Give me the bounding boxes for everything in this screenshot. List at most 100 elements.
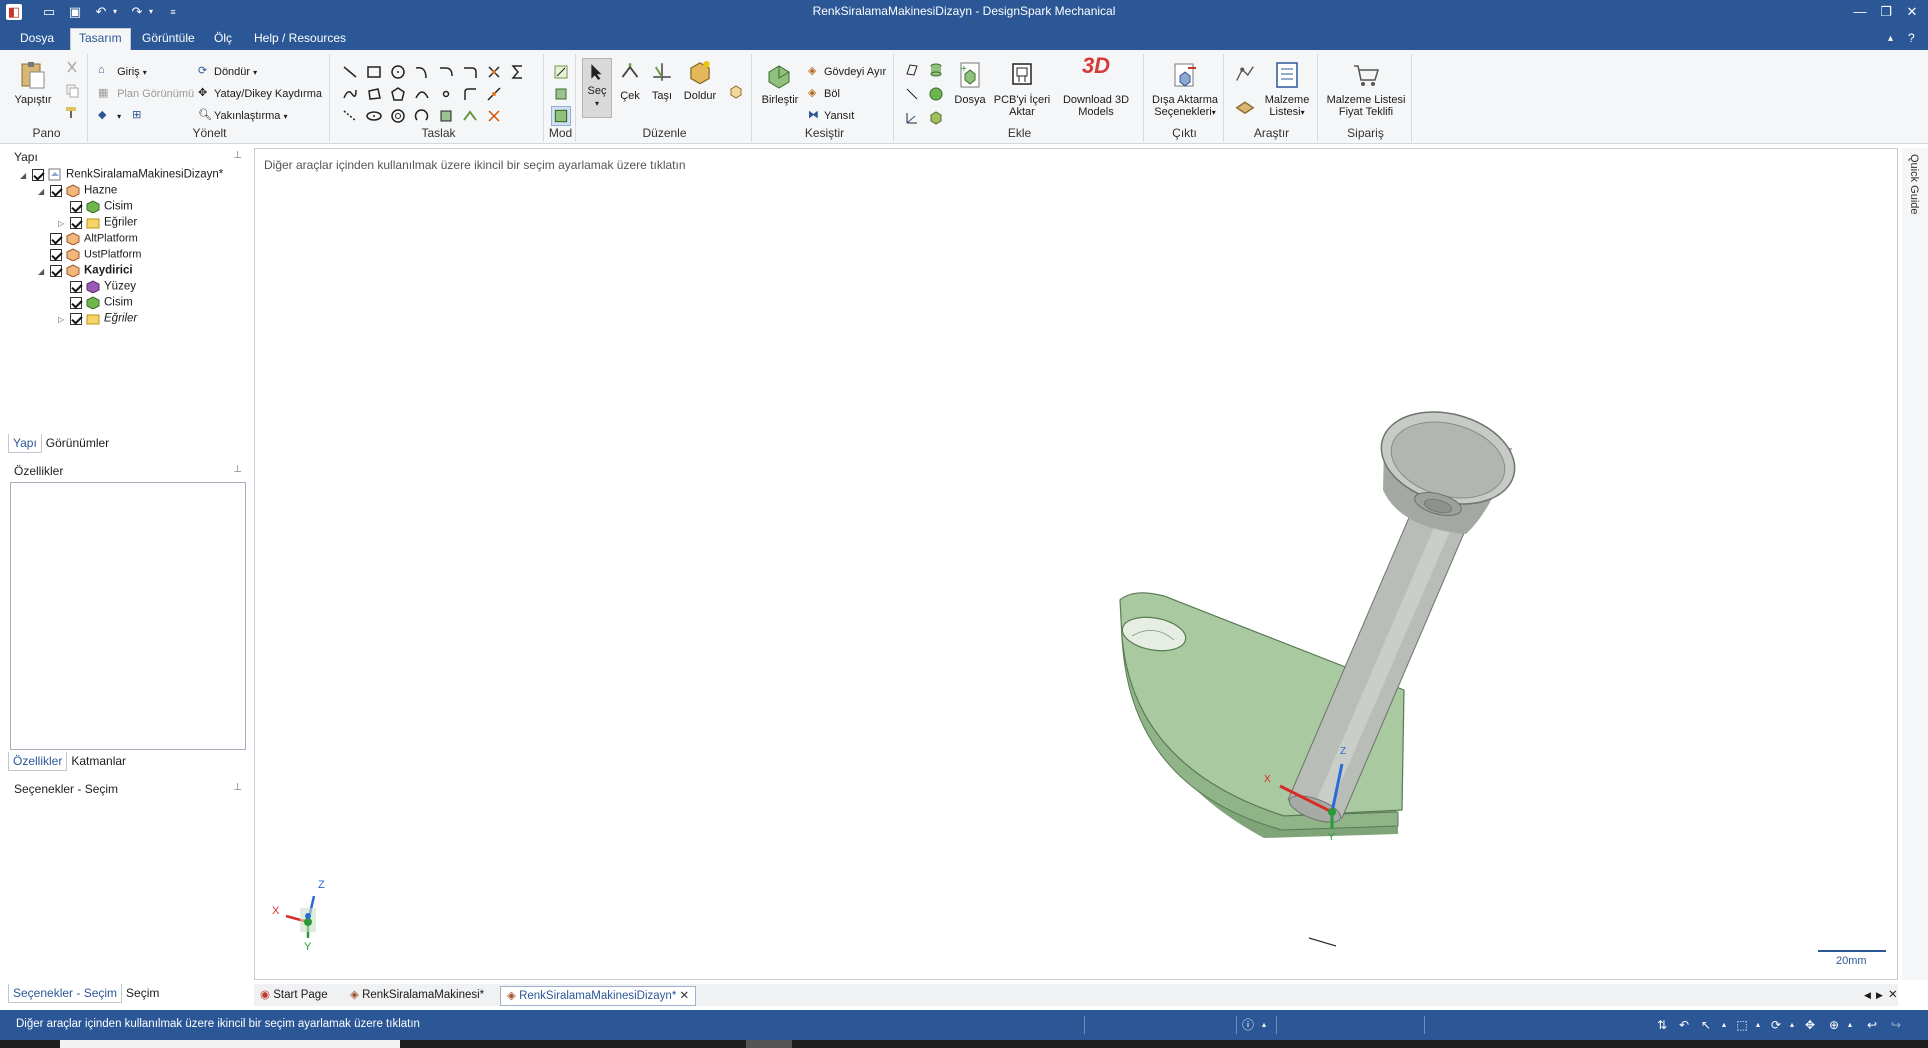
trim-tool-icon[interactable] xyxy=(486,64,502,80)
dondur-button[interactable]: ⟳ Döndür ▾ xyxy=(198,64,257,80)
polygon-tool-icon[interactable] xyxy=(366,86,382,102)
visibility-checkbox[interactable] xyxy=(70,296,82,309)
box-icon[interactable] xyxy=(928,110,944,126)
fillet-tool-icon[interactable] xyxy=(462,64,478,80)
visibility-checkbox[interactable] xyxy=(50,232,62,245)
sphere-icon[interactable] xyxy=(928,86,944,102)
section-mode-icon[interactable] xyxy=(553,86,569,102)
3d-mode-icon[interactable] xyxy=(551,106,571,126)
funnel[interactable] xyxy=(1371,398,1525,534)
zoom-view-icon[interactable]: ⊕ xyxy=(1826,1017,1842,1033)
selection-filter-icon[interactable]: ⇅ xyxy=(1654,1017,1670,1033)
sigma-tool-icon[interactable] xyxy=(510,64,526,80)
plane-icon[interactable] xyxy=(904,62,920,78)
tab-secenekler-secim[interactable]: Seçenekler - Seçim xyxy=(8,984,123,1003)
pull-button[interactable]: Çek xyxy=(616,62,644,102)
bend-tool-icon[interactable] xyxy=(462,108,478,124)
doc-tab-renksiralama-dizayn[interactable]: ◈ RenkSiralamaMakinesiDizayn* ✕ xyxy=(500,986,697,1006)
sketch-mode-icon[interactable] xyxy=(553,64,569,80)
collapse-icon[interactable]: ◢ xyxy=(38,187,50,196)
visibility-checkbox[interactable] xyxy=(70,280,82,293)
tree-node-cisim-2[interactable]: Cisim xyxy=(70,296,133,312)
pcb-import-button[interactable]: PCB'yi İçeri Aktar xyxy=(992,60,1052,118)
mirror-button[interactable]: ⧓ Yansıt xyxy=(808,108,854,124)
spline-tool-icon[interactable] xyxy=(342,86,358,102)
select-button[interactable]: Seç ▾ xyxy=(582,58,612,118)
material-icon[interactable] xyxy=(1234,94,1256,116)
offset-curve-icon[interactable] xyxy=(390,108,406,124)
extend-tool-icon[interactable] xyxy=(462,86,478,102)
visibility-checkbox[interactable] xyxy=(32,168,44,181)
view-triad[interactable]: X Z Y xyxy=(268,878,332,950)
rotate-view-icon[interactable]: ⟳ xyxy=(1768,1017,1784,1033)
doc-tab-renksiralama[interactable]: ◈ RenkSiralamaMakinesi* xyxy=(344,986,490,1006)
doc-tab-start-page[interactable]: ◉ Start Page xyxy=(254,986,334,1006)
select-mode-dropdown-icon[interactable]: ▴ xyxy=(1716,1017,1732,1033)
tree-node-egriler[interactable]: ▷ Eğriler xyxy=(58,216,137,232)
info-dropdown-icon[interactable]: ▴ xyxy=(1256,1017,1272,1033)
polygon-circle-icon[interactable] xyxy=(390,86,406,102)
tree-node-root[interactable]: ◢ RenkSiralamaMakinesiDizayn* xyxy=(20,168,223,184)
undo-selection-icon[interactable]: ↶ xyxy=(1676,1017,1692,1033)
previous-view-icon[interactable]: ↩ xyxy=(1864,1017,1880,1033)
combine-button[interactable]: Birleştir xyxy=(760,60,800,106)
cylinder-icon[interactable] xyxy=(928,62,944,78)
close-icon[interactable]: ✕ xyxy=(1900,0,1924,24)
collapse-ribbon-icon[interactable]: ▴ xyxy=(1880,29,1901,50)
origin-icon[interactable] xyxy=(904,110,920,126)
pan-button[interactable]: ✥ Yatay/Dikey Kaydırma xyxy=(198,86,322,102)
zoom-view-dropdown-icon[interactable]: ▴ xyxy=(1842,1017,1858,1033)
tab-yapi[interactable]: Yapı xyxy=(8,434,42,453)
point-tool-icon[interactable] xyxy=(438,86,454,102)
close-tab-icon[interactable]: ✕ xyxy=(680,990,690,1002)
pin-icon[interactable]: ⊥ xyxy=(233,150,242,161)
tree-node-cisim[interactable]: Cisim xyxy=(70,200,133,216)
next-view-icon[interactable]: ↪ xyxy=(1888,1017,1904,1033)
download-3d-models-button[interactable]: 3D Download 3D Models xyxy=(1056,55,1136,119)
pin-icon[interactable]: ⊥ xyxy=(233,782,242,793)
minimize-icon[interactable]: — xyxy=(1848,0,1872,24)
three-point-arc-icon[interactable] xyxy=(414,86,430,102)
tree-node-yuzey[interactable]: Yüzey xyxy=(70,280,136,296)
rectangle-tool-icon[interactable] xyxy=(366,64,382,80)
construction-line-icon[interactable] xyxy=(342,108,358,124)
rotate-view-dropdown-icon[interactable]: ▴ xyxy=(1784,1017,1800,1033)
tree-node-altplatform[interactable]: AltPlatform xyxy=(50,232,138,248)
tab-goruntule[interactable]: Görüntüle xyxy=(134,29,203,50)
tab-gorunumler[interactable]: Görünümler xyxy=(42,434,113,452)
project-tool-icon[interactable] xyxy=(438,108,454,124)
box-select-icon[interactable]: ⬚ xyxy=(1734,1017,1750,1033)
axis-icon[interactable] xyxy=(904,86,920,102)
arc-tool-icon[interactable] xyxy=(414,64,430,80)
measure-icon[interactable] xyxy=(1234,64,1256,86)
visibility-checkbox[interactable] xyxy=(70,200,82,213)
bom-quote-button[interactable]: Malzeme Listesi Fiyat Teklifi xyxy=(1322,60,1410,118)
split-button[interactable]: ◈ Böl xyxy=(808,86,840,102)
tree-node-kaydirici[interactable]: ◢ Kaydirici xyxy=(38,264,133,280)
export-options-button[interactable]: Dışa Aktarma Seçenekleri▾ xyxy=(1148,60,1222,119)
info-icon[interactable]: ⓘ xyxy=(1240,1017,1256,1033)
restore-icon[interactable]: ❐ xyxy=(1874,0,1898,24)
circle-tool-icon[interactable] xyxy=(390,64,406,80)
expand-icon[interactable]: ▷ xyxy=(58,315,70,324)
pin-icon[interactable]: ⊥ xyxy=(233,464,242,475)
giris-button[interactable]: ⌂ Giriş ▾ xyxy=(98,64,147,80)
select-mode-icon[interactable]: ↖ xyxy=(1698,1017,1714,1033)
copy-icon[interactable] xyxy=(64,82,80,98)
box-select-dropdown-icon[interactable]: ▴ xyxy=(1750,1017,1766,1033)
help-icon[interactable]: ? xyxy=(1900,29,1923,50)
visibility-checkbox[interactable] xyxy=(50,264,62,277)
visibility-checkbox[interactable] xyxy=(70,312,82,325)
ellipse-tool-icon[interactable] xyxy=(366,108,382,124)
fill-button[interactable]: Doldur xyxy=(682,60,718,102)
quick-guide-panel[interactable]: Quick Guide xyxy=(1902,148,1928,980)
visibility-checkbox[interactable] xyxy=(70,216,82,229)
tab-dosya[interactable]: Dosya xyxy=(12,29,62,50)
cut-icon[interactable] xyxy=(64,60,80,76)
combine-face-icon[interactable] xyxy=(728,84,744,100)
tab-olc[interactable]: Ölç xyxy=(206,29,240,50)
plan-view-button[interactable]: ▦ Plan Görünümü xyxy=(98,86,194,102)
snap-view-icon[interactable]: ⊞ xyxy=(132,108,148,124)
move-grid-icon[interactable] xyxy=(486,108,502,124)
split-body-button[interactable]: ◈ Gövdeyi Ayır xyxy=(808,64,886,80)
